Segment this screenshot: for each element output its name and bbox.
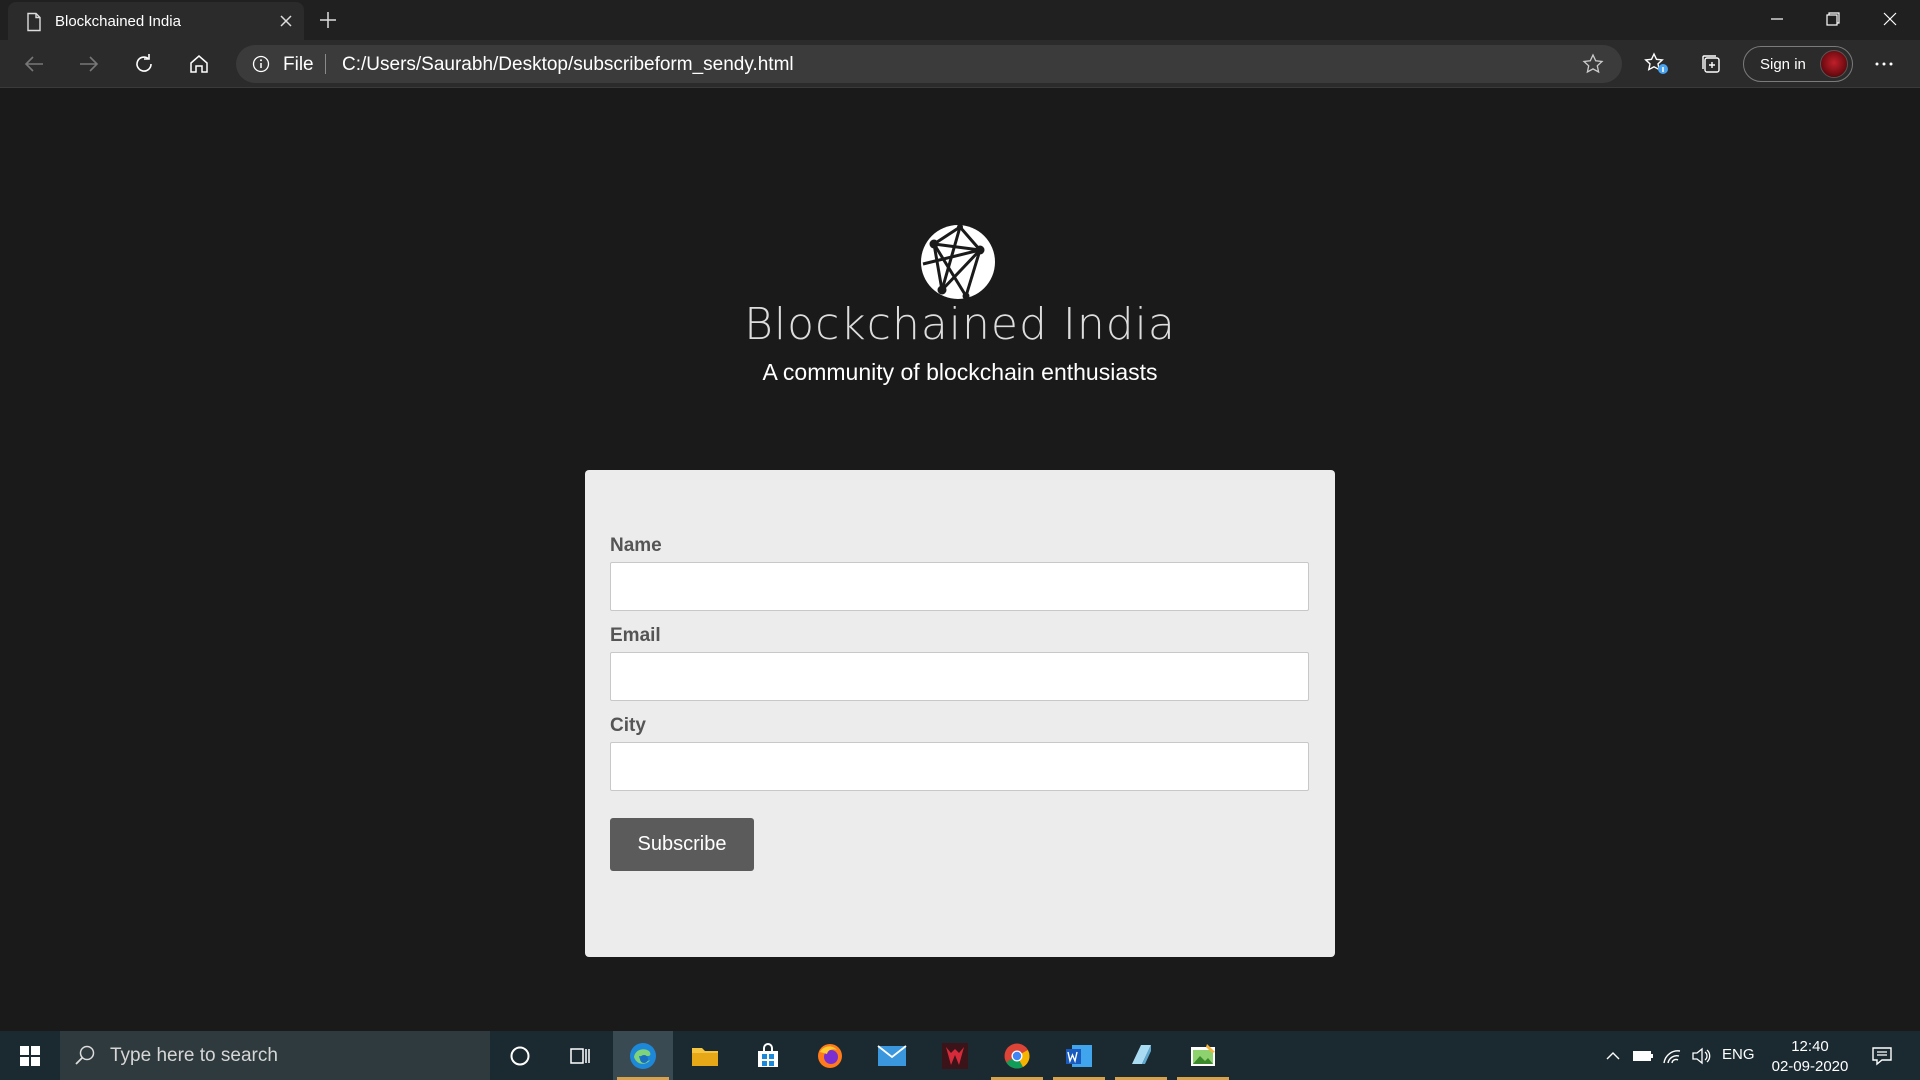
city-field[interactable]	[610, 742, 1309, 791]
word-icon[interactable]	[1049, 1031, 1109, 1080]
windows-start-icon[interactable]	[0, 1031, 60, 1080]
favorites-icon[interactable]	[1639, 46, 1675, 82]
name-label: Name	[610, 535, 662, 556]
predator-icon[interactable]	[925, 1031, 985, 1080]
forward-arrow-icon[interactable]	[71, 46, 107, 82]
language-indicator[interactable]: ENG	[1722, 1046, 1755, 1063]
url-text[interactable]: C:/Users/Saurabh/Desktop/subscribeform_s…	[342, 54, 794, 76]
task-view-icon[interactable]	[550, 1031, 610, 1080]
notifications-icon[interactable]	[1862, 1031, 1902, 1080]
volume-icon[interactable]	[1688, 1031, 1714, 1080]
close-tab-icon[interactable]	[275, 10, 297, 32]
city-label: City	[610, 715, 646, 736]
paint-icon[interactable]	[1173, 1031, 1233, 1080]
wifi-icon[interactable]	[1659, 1031, 1685, 1080]
globe-network-logo-icon	[921, 224, 995, 300]
close-window-icon[interactable]	[1862, 0, 1918, 38]
scheme-label: File	[283, 54, 314, 75]
mail-icon[interactable]	[862, 1031, 922, 1080]
subscribe-button[interactable]: Subscribe	[610, 818, 754, 871]
tagline: A community of blockchain enthusiasts	[762, 359, 1158, 385]
sign-in-button[interactable]: Sign in	[1743, 46, 1853, 82]
collections-icon[interactable]	[1693, 46, 1729, 82]
search-placeholder: Type here to search	[110, 1045, 278, 1066]
cortana-icon[interactable]	[490, 1031, 550, 1080]
more-options-icon[interactable]	[1866, 46, 1902, 82]
chrome-icon[interactable]	[987, 1031, 1047, 1080]
browser-toolbar: File C:/Users/Saurabh/Desktop/subscribef…	[0, 40, 1920, 88]
name-field[interactable]	[610, 562, 1309, 611]
favorite-star-icon[interactable]	[1582, 53, 1604, 75]
restore-icon[interactable]	[1805, 0, 1861, 38]
edge-icon[interactable]	[613, 1031, 673, 1080]
search-icon	[75, 1045, 95, 1065]
info-icon[interactable]	[252, 55, 270, 73]
back-arrow-icon[interactable]	[16, 46, 52, 82]
new-tab-icon[interactable]	[315, 7, 341, 33]
page-content: Blockchained India A community of blockc…	[0, 89, 1920, 1031]
address-separator	[325, 54, 326, 74]
clock-date[interactable]: 02-09-2020	[1765, 1058, 1855, 1075]
file-explorer-icon[interactable]	[675, 1031, 735, 1080]
battery-icon[interactable]	[1630, 1031, 1656, 1080]
avatar	[1820, 50, 1848, 78]
clock-time[interactable]: 12:40	[1770, 1038, 1850, 1055]
page-icon	[27, 12, 41, 32]
email-field[interactable]	[610, 652, 1309, 701]
taskbar-search-box[interactable]: Type here to search	[60, 1031, 490, 1080]
browser-tab[interactable]: Blockchained India	[8, 2, 304, 40]
home-icon[interactable]	[181, 46, 217, 82]
minimize-icon[interactable]	[1749, 0, 1805, 38]
email-label: Email	[610, 625, 661, 646]
tab-title: Blockchained India	[55, 13, 181, 30]
subscribe-form: Name Email City Subscribe	[585, 470, 1335, 957]
store-icon[interactable]	[738, 1031, 798, 1080]
browser-tab-bar: Blockchained India	[0, 0, 1920, 40]
brand-title: Blockchained India	[744, 299, 1176, 350]
address-bar[interactable]: File C:/Users/Saurabh/Desktop/subscribef…	[236, 45, 1622, 83]
taskbar: Type here to search ENG 12:40 02-09-2020	[0, 1031, 1920, 1080]
sign-in-label: Sign in	[1760, 56, 1806, 73]
refresh-icon[interactable]	[126, 46, 162, 82]
notepad-icon[interactable]	[1111, 1031, 1171, 1080]
show-hidden-icons-chevron-up-icon[interactable]	[1601, 1031, 1625, 1080]
firefox-icon[interactable]	[800, 1031, 860, 1080]
